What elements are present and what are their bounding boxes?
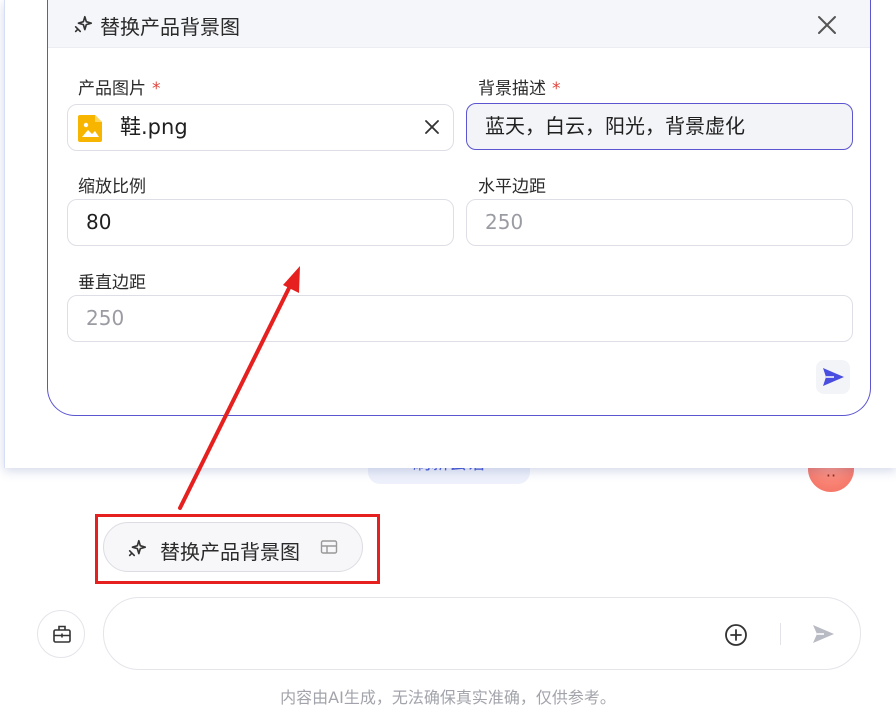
skill-form-popup: 替换产品背景图 产品图片 * 鞋.png 背景描述 * 蓝天，白云，阳光，背景虚… <box>4 0 896 468</box>
scale-label-text: 缩放比例 <box>78 177 146 197</box>
required-mark: * <box>152 79 161 99</box>
skill-form-card: 替换产品背景图 产品图片 * 鞋.png 背景描述 * 蓝天，白云，阳光，背景虚… <box>47 0 871 416</box>
h-margin-label-text: 水平边距 <box>478 177 546 197</box>
v-margin-label: 垂直边距 <box>78 268 146 293</box>
h-margin-placeholder: 250 <box>485 210 524 234</box>
chat-input-box <box>103 597 861 670</box>
sparkle-icon <box>74 15 93 33</box>
h-margin-label: 水平边距 <box>478 172 546 197</box>
chat-input-field[interactable] <box>128 618 708 650</box>
v-margin-placeholder: 250 <box>86 306 125 330</box>
toolbox-icon <box>53 625 71 643</box>
product-image-label-text: 产品图片 <box>78 79 146 99</box>
scale-input[interactable]: 80 <box>67 199 454 246</box>
product-image-upload[interactable]: 鞋.png <box>67 104 454 151</box>
background-desc-label-text: 背景描述 <box>478 79 546 99</box>
form-title: 替换产品背景图 <box>100 15 240 39</box>
background-desc-label: 背景描述 * <box>478 74 561 99</box>
ai-disclaimer: 内容由AI生成，无法确保真实准确，仅供参考。 <box>280 688 616 707</box>
send-icon <box>823 368 844 386</box>
form-submit-button[interactable] <box>816 360 850 394</box>
scale-value: 80 <box>86 210 112 234</box>
file-name: 鞋.png <box>120 115 188 139</box>
add-circle-icon[interactable] <box>724 623 748 647</box>
form-header: 替换产品背景图 <box>48 0 870 48</box>
scale-label: 缩放比例 <box>78 172 146 197</box>
background-desc-value: 蓝天，白云，阳光，背景虚化 <box>485 114 745 138</box>
image-file-icon <box>78 115 102 142</box>
background-desc-input[interactable]: 蓝天，白云，阳光，背景虚化 <box>466 103 853 150</box>
avatar-face: ·· <box>825 466 837 485</box>
h-margin-input[interactable]: 250 <box>466 199 853 246</box>
annotation-highlight-box <box>95 514 380 584</box>
remove-file-icon[interactable] <box>423 118 441 136</box>
input-divider <box>780 623 781 645</box>
toolbox-button[interactable] <box>37 610 85 658</box>
close-icon[interactable] <box>814 12 840 38</box>
required-mark: * <box>552 79 561 99</box>
product-image-label: 产品图片 * <box>78 74 161 99</box>
v-margin-label-text: 垂直边距 <box>78 273 146 293</box>
send-icon[interactable] <box>810 621 836 647</box>
v-margin-input[interactable]: 250 <box>67 295 853 342</box>
